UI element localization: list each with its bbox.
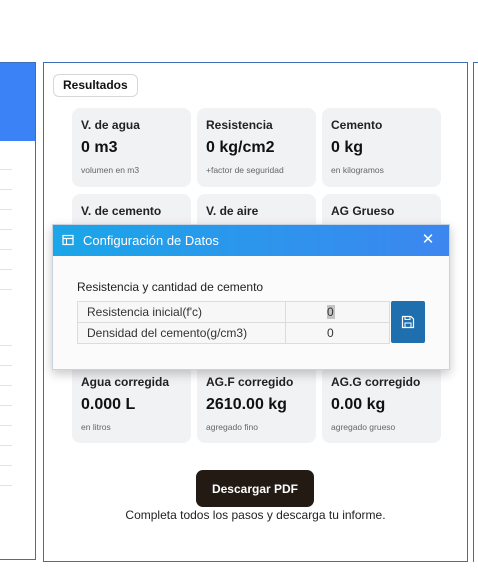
- window-icon: [62, 234, 74, 246]
- card-subtitle: +factor de seguridad: [206, 165, 284, 175]
- divider: [0, 249, 12, 250]
- card-title: Cemento: [331, 118, 383, 132]
- card-corrected-water: Agua corregida 0.000 L en litros: [72, 365, 191, 443]
- footer-hint: Completa todos los pasos y descarga tu i…: [125, 508, 386, 522]
- card-title: V. de cemento: [81, 204, 162, 218]
- divider: [0, 345, 12, 346]
- card-subtitle: en kilogramos: [331, 165, 384, 175]
- left-panel-header: [0, 63, 35, 141]
- divider: [0, 289, 12, 290]
- card-subtitle: en litros: [81, 422, 111, 432]
- divider: [0, 229, 12, 230]
- card-water-volume: V. de agua 0 m3 volumen en m3: [72, 108, 191, 187]
- row-label: Resistencia inicial(f'c): [76, 301, 287, 323]
- dialog-header: Configuración de Datos ✕: [53, 225, 449, 256]
- divider: [0, 425, 12, 426]
- card-title: Agua corregida: [81, 375, 170, 389]
- card-subtitle: agregado fino: [206, 422, 258, 432]
- card-value: 0.00 kg: [331, 396, 386, 413]
- card-value: 0 kg: [331, 139, 364, 156]
- row-value-cell: [285, 322, 390, 344]
- divider: [0, 365, 12, 366]
- card-subtitle: volumen en m3: [81, 165, 140, 175]
- card-subtitle: agregado grueso: [331, 422, 396, 432]
- cement-density-input[interactable]: [327, 326, 388, 340]
- floppy-disk-icon: [401, 315, 415, 329]
- card-corrected-fine-aggregate: AG.F corregido 2610.00 kg agregado fino: [197, 365, 316, 443]
- card-title: V. de aire: [206, 204, 259, 218]
- section-title: Resistencia y cantidad de cemento: [77, 280, 264, 294]
- divider: [0, 209, 12, 210]
- card-value: 2610.00 kg: [206, 396, 287, 413]
- results-title: Resultados: [53, 74, 138, 97]
- card-cement: Cemento 0 kg en kilogramos: [322, 108, 441, 187]
- save-button[interactable]: [391, 301, 425, 343]
- card-title: Resistencia: [206, 118, 273, 132]
- table-row: Densidad del cemento(g/cm3): [76, 322, 390, 344]
- divider: [0, 445, 12, 446]
- table-row: Resistencia inicial(f'c): [76, 301, 390, 323]
- dialog-title: Configuración de Datos: [83, 233, 219, 248]
- card-title: AG.F corregido: [206, 375, 294, 389]
- card-title: AG.G corregido: [331, 375, 421, 389]
- card-value: 0 kg/cm2: [206, 139, 275, 156]
- card-title: V. de agua: [81, 118, 140, 132]
- divider: [0, 269, 12, 270]
- divider: [0, 385, 12, 386]
- divider: [0, 465, 12, 466]
- divider: [0, 189, 12, 190]
- resistance-input[interactable]: [327, 305, 336, 319]
- divider: [0, 485, 12, 486]
- divider: [0, 169, 12, 170]
- divider: [0, 405, 12, 406]
- row-value-cell: [285, 301, 390, 323]
- left-panel: [0, 62, 36, 560]
- card-corrected-coarse-aggregate: AG.G corregido 0.00 kg agregado grueso: [322, 365, 441, 443]
- close-icon[interactable]: ✕: [420, 232, 436, 248]
- card-resistance: Resistencia 0 kg/cm2 +factor de segurida…: [197, 108, 316, 187]
- config-table: Resistencia inicial(f'c) Densidad del ce…: [76, 301, 390, 344]
- card-title: AG Grueso: [331, 204, 395, 218]
- card-value: 0.000 L: [81, 396, 136, 413]
- card-value: 0 m3: [81, 139, 118, 156]
- right-panel-edge: [473, 62, 478, 562]
- row-label: Densidad del cemento(g/cm3): [76, 322, 287, 344]
- config-dialog: Configuración de Datos ✕ Resistencia y c…: [52, 224, 450, 370]
- download-pdf-button[interactable]: Descargar PDF: [196, 470, 314, 507]
